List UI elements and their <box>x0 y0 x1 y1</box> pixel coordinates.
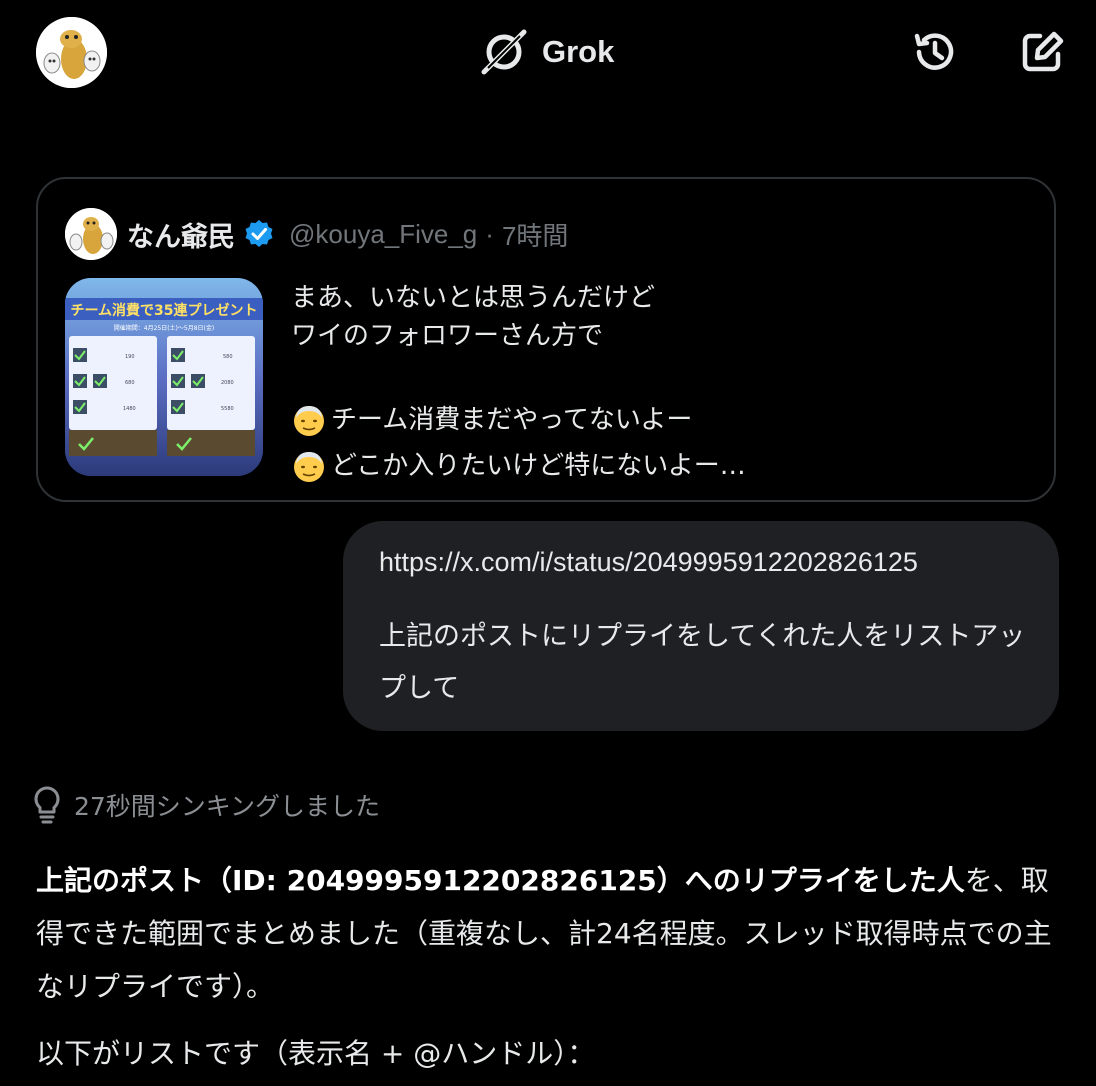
compose-button[interactable] <box>1018 28 1066 76</box>
mascot-avatar-icon <box>36 17 107 88</box>
post-text-line: まあ、いないとは思うんだけど <box>291 283 656 313</box>
user-message-text: 上記のポストにリプライをしてくれた人をリストアップして <box>379 621 1026 704</box>
profile-avatar[interactable] <box>36 17 107 88</box>
image-period: 開催期間：4月25日(土)〜5月8日(金) <box>114 324 214 332</box>
grok-logo-icon <box>481 29 527 75</box>
grok-answer: 上記のポスト（ID: 2049995912202826125）へのリプライをした… <box>36 854 1066 1080</box>
brand-name: Grok <box>542 34 615 69</box>
mascot-avatar-icon <box>65 208 117 260</box>
image-row-4: 580 <box>223 354 233 360</box>
history-icon <box>914 33 954 70</box>
image-row-1: 190 <box>125 354 135 360</box>
verified-badge-icon <box>245 220 273 247</box>
old-man-emoji-icon <box>294 452 324 482</box>
post-text-line-with-emoji: チーム消費まだやってないよー <box>291 397 1031 443</box>
post-image[interactable]: チーム消費で35連プレゼント 開催期間：4月25日(土)〜5月8日(金) 190… <box>65 278 263 476</box>
answer-paragraph: 上記のポスト（ID: 2049995912202826125）へのリプライをした… <box>36 854 1066 1013</box>
post-text-line-with-emoji: どこか入りたいけど特にないよー… <box>291 443 1031 489</box>
post-text-line: チーム消費まだやってないよー <box>331 405 693 435</box>
answer-list-intro: 以下がリストです（表示名 + @ハンドル）： <box>36 1037 596 1070</box>
compose-icon <box>1022 31 1064 72</box>
brand: Grok <box>478 26 614 78</box>
author-avatar[interactable] <box>65 208 117 260</box>
user-message-bubble: https://x.com/i/status/20499959122028261… <box>343 521 1059 731</box>
post-time[interactable]: 7時間 <box>502 216 568 253</box>
history-button[interactable] <box>911 28 959 76</box>
thinking-toggle[interactable]: 27秒間シンキングしました <box>32 784 380 826</box>
old-man-emoji-icon <box>294 406 324 436</box>
grok-app: Grok なん爺民 @kouya_Five_g · 7時間 チーム消費で35連プ… <box>0 0 1096 1086</box>
meta-separator: · <box>485 218 494 249</box>
quoted-post-header: なん爺民 @kouya_Five_g · 7時間 <box>65 206 568 262</box>
post-text-line: ワイのフォロワーさん方で <box>291 321 604 351</box>
author-handle[interactable]: @kouya_Five_g <box>289 219 477 250</box>
thinking-label: 27秒間シンキングしました <box>74 792 381 821</box>
image-row-6: 5580 <box>221 406 234 412</box>
image-row-3: 1480 <box>123 406 136 412</box>
author-name[interactable]: なん爺民 <box>127 215 235 254</box>
image-row-5: 2080 <box>221 380 234 386</box>
user-message-url[interactable]: https://x.com/i/status/20499959122028261… <box>379 547 918 578</box>
post-text-blank-line <box>291 355 1031 397</box>
answer-bold-text: 上記のポスト（ID: 2049995912202826125）へのリプライをした… <box>36 864 965 897</box>
image-title: チーム消費で35連プレゼント <box>70 302 257 319</box>
quoted-post-text: まあ、いないとは思うんだけど ワイのフォロワーさん方で チーム消費まだやってない… <box>291 279 1031 489</box>
lightbulb-icon <box>34 786 60 824</box>
quoted-post-card[interactable]: なん爺民 @kouya_Five_g · 7時間 チーム消費で35連プレゼント … <box>36 177 1056 502</box>
campaign-image: チーム消費で35連プレゼント 開催期間：4月25日(土)〜5月8日(金) 190… <box>65 278 263 476</box>
image-row-2: 680 <box>125 380 135 386</box>
top-bar: Grok <box>0 0 1096 104</box>
post-text-line: どこか入りたいけど特にないよー… <box>331 451 746 481</box>
